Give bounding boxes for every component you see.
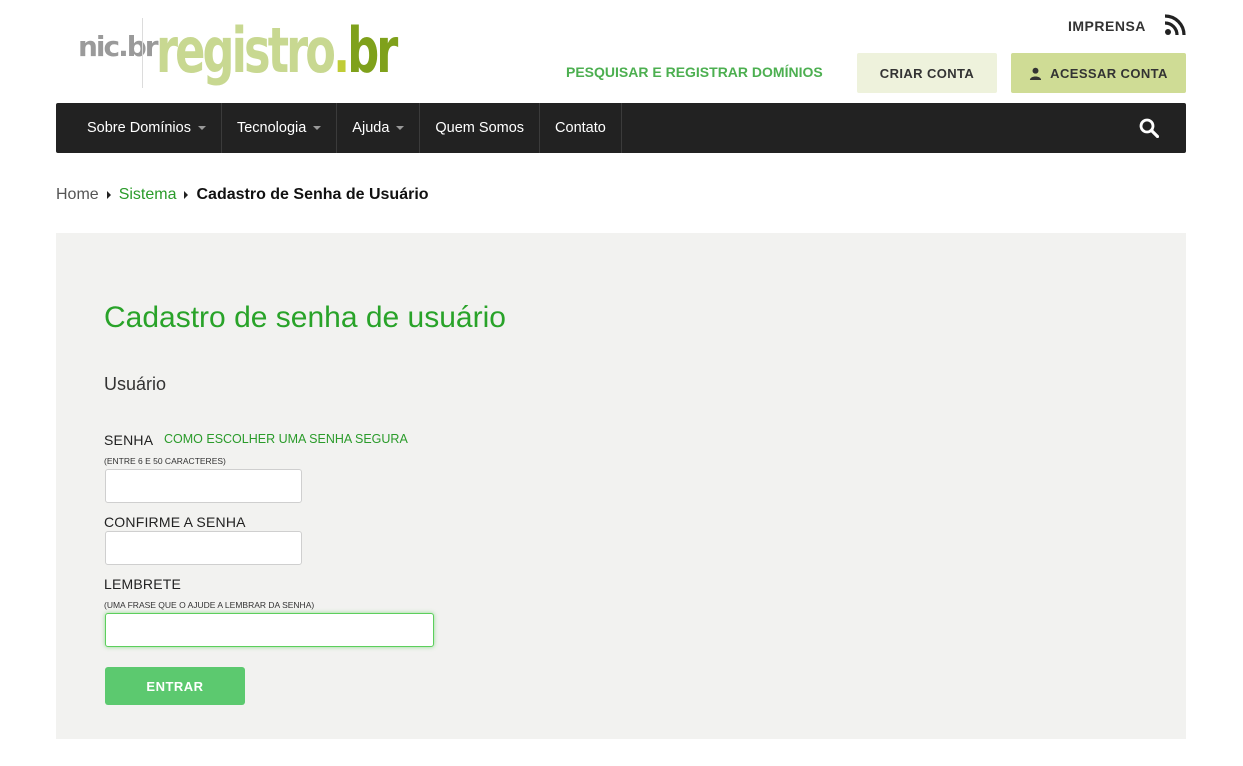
nic-br-logo-text: nic.br [78, 30, 159, 63]
registro-dot: . [333, 14, 350, 87]
password-help-link[interactable]: COMO ESCOLHER UMA SENHA SEGURA [164, 432, 408, 446]
breadcrumb-home-link[interactable]: Home [56, 186, 99, 204]
password-form-panel: Cadastro de senha de usuário Usuário SEN… [56, 233, 1186, 739]
registro-word: registro [156, 14, 336, 87]
logo-divider [142, 18, 143, 88]
caret-down-icon [396, 126, 405, 130]
confirm-senha-input[interactable] [105, 531, 302, 565]
nav-item-sobre-dominios[interactable]: Sobre Domínios [56, 103, 222, 153]
nav-item-label: Ajuda [352, 120, 390, 136]
caret-down-icon [197, 126, 206, 130]
breadcrumb: Home Sistema Cadastro de Senha de Usuári… [56, 186, 429, 204]
nav-item-ajuda[interactable]: Ajuda [337, 103, 421, 153]
confirm-senha-label: CONFIRME A SENHA [104, 514, 246, 530]
senha-input[interactable] [105, 469, 302, 503]
search-icon[interactable] [1139, 118, 1159, 138]
page-title: Cadastro de senha de usuário [104, 301, 506, 334]
lembrete-label: LEMBRETE [104, 576, 182, 592]
senha-label: SENHA [104, 432, 154, 448]
imprensa-link[interactable]: IMPRENSA [1068, 18, 1146, 34]
entrar-label: ENTRAR [146, 678, 204, 694]
nav-item-label: Quem Somos [435, 120, 525, 136]
user-icon [1030, 67, 1042, 80]
senha-hint: (ENTRE 6 E 50 CARACTERES) [104, 456, 226, 466]
caret-down-icon [313, 126, 322, 130]
registro-br-word: br [347, 14, 398, 87]
entrar-button[interactable]: ENTRAR [105, 667, 245, 705]
search-register-domains-link[interactable]: PESQUISAR E REGISTRAR DOMÍNIOS [566, 64, 823, 80]
nav-item-label: Tecnologia [236, 120, 307, 136]
breadcrumb-arrow-icon [106, 191, 111, 199]
nav-item-quem-somos[interactable]: Quem Somos [420, 103, 541, 153]
user-label: Usuário [104, 374, 167, 394]
breadcrumb-current: Cadastro de Senha de Usuário [196, 186, 429, 203]
lembrete-input[interactable] [105, 613, 434, 647]
nav-item-contato[interactable]: Contato [540, 103, 622, 153]
nav-item-tecnologia[interactable]: Tecnologia [222, 103, 338, 153]
lembrete-hint: (UMA FRASE QUE O AJUDE A LEMBRAR DA SENH… [104, 600, 315, 610]
acessar-conta-label: ACESSAR CONTA [1050, 65, 1168, 81]
registro-logo-text: registro.br [156, 14, 398, 87]
main-navbar: Sobre Domínios Tecnologia Ajuda Quem Som… [56, 103, 1186, 153]
nav-item-label: Contato [555, 120, 606, 136]
breadcrumb-sistema-link[interactable]: Sistema [119, 186, 177, 204]
rss-icon[interactable] [1164, 14, 1186, 36]
criar-conta-label: CRIAR CONTA [879, 65, 975, 81]
criar-conta-button[interactable]: CRIAR CONTA [857, 53, 997, 93]
nav-item-label: Sobre Domínios [87, 120, 191, 136]
breadcrumb-arrow-icon [184, 191, 189, 199]
acessar-conta-button[interactable]: ACESSAR CONTA [1011, 53, 1186, 93]
